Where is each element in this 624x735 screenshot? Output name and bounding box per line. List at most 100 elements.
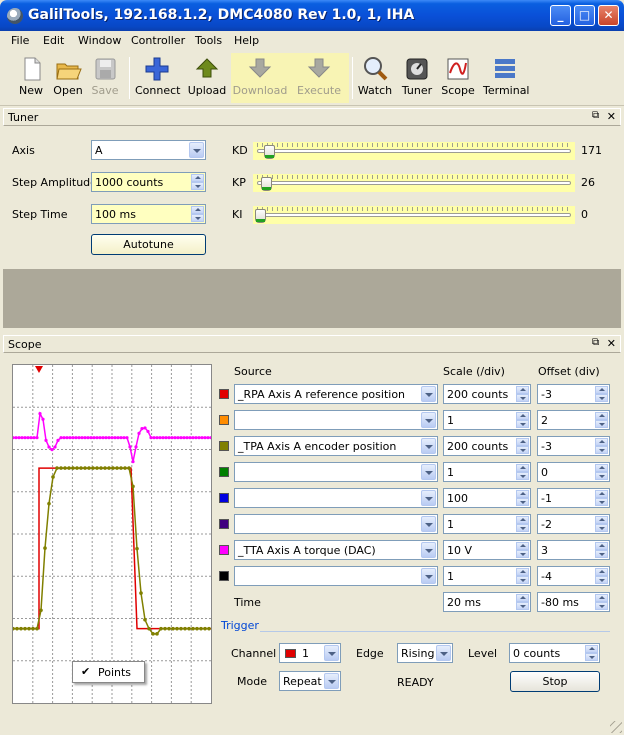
encoder-point bbox=[83, 466, 87, 470]
toolbar-execute-button[interactable]: Execute bbox=[289, 53, 349, 103]
channel-scale-spinbox[interactable]: 200 counts bbox=[443, 384, 531, 404]
toolbar-open-button[interactable]: Open bbox=[51, 53, 85, 103]
resize-grip[interactable] bbox=[610, 721, 622, 733]
chevron-down-icon bbox=[421, 542, 436, 558]
kd-slider[interactable] bbox=[253, 142, 575, 160]
torque-point bbox=[68, 436, 72, 440]
encoder-point bbox=[55, 466, 59, 470]
channel-source-select[interactable]: _RPA Axis A reference position bbox=[234, 384, 438, 404]
ki-slider[interactable] bbox=[253, 206, 575, 224]
chevron-down-icon bbox=[189, 142, 204, 158]
encoder-point bbox=[119, 466, 123, 470]
channel-source-select[interactable] bbox=[234, 566, 438, 586]
slider-thumb[interactable] bbox=[261, 177, 273, 191]
points-menu-item[interactable]: Points bbox=[98, 666, 131, 679]
encoder-point bbox=[39, 608, 43, 613]
step-amplitude-spinbox[interactable]: 1000 counts bbox=[91, 172, 206, 192]
menu-tools[interactable]: Tools bbox=[195, 34, 222, 47]
channel-color-swatch[interactable] bbox=[219, 571, 229, 581]
slider-thumb[interactable] bbox=[264, 145, 276, 159]
trigger-level-spinbox[interactable]: 0 counts bbox=[509, 643, 600, 663]
torque-point bbox=[182, 436, 186, 440]
channel-source-select[interactable] bbox=[234, 410, 438, 430]
toolbar-connect-button[interactable]: Connect bbox=[135, 53, 180, 103]
channel-color-swatch[interactable] bbox=[219, 545, 229, 555]
channel-offset-spinbox[interactable]: -3 bbox=[537, 384, 610, 404]
minimize-button[interactable]: _ bbox=[550, 5, 571, 26]
channel-offset-spinbox[interactable]: -4 bbox=[537, 566, 610, 586]
channel-scale-spinbox[interactable]: 1 bbox=[443, 410, 531, 430]
channel-color-swatch[interactable] bbox=[219, 519, 229, 529]
close-icon[interactable]: ✕ bbox=[607, 337, 616, 350]
channel-scale-spinbox[interactable]: 200 counts bbox=[443, 436, 531, 456]
channel-source-select[interactable]: _TPA Axis A encoder position bbox=[234, 436, 438, 456]
channel-offset-spinbox[interactable]: -3 bbox=[537, 436, 610, 456]
channel-color-swatch[interactable] bbox=[219, 493, 229, 503]
channel-offset-spinbox[interactable]: 0 bbox=[537, 462, 610, 482]
points-context-menu[interactable]: ✔ Points bbox=[72, 661, 145, 683]
trigger-divider bbox=[260, 631, 610, 632]
maximize-button[interactable]: □ bbox=[574, 5, 595, 26]
time-scale-spinbox[interactable]: 20 ms bbox=[443, 592, 531, 612]
toolbar-terminal-button[interactable]: Terminal bbox=[483, 53, 530, 103]
toolbar-watch-button[interactable]: Watch bbox=[357, 53, 393, 103]
close-button[interactable]: ✕ bbox=[598, 5, 619, 26]
chevron-down-icon bbox=[421, 490, 436, 506]
channel-scale-spinbox[interactable]: 1 bbox=[443, 514, 531, 534]
encoder-point bbox=[139, 591, 143, 595]
channel-scale-spinbox[interactable]: 10 V bbox=[443, 540, 531, 560]
toolbar-download-button[interactable]: Download bbox=[231, 53, 289, 103]
trigger-edge-select[interactable]: Rising bbox=[397, 643, 453, 663]
encoder-point bbox=[43, 546, 47, 550]
slider-thumb[interactable] bbox=[255, 209, 266, 223]
encoder-point bbox=[19, 626, 23, 631]
torque-point bbox=[209, 436, 213, 440]
chevron-down-icon bbox=[324, 645, 339, 661]
menu-file[interactable]: File bbox=[11, 34, 29, 47]
menu-help[interactable]: Help bbox=[234, 34, 259, 47]
encoder-point bbox=[135, 546, 139, 551]
torque-point bbox=[83, 436, 87, 440]
toolbar-new-button[interactable]: New bbox=[14, 53, 48, 103]
trigger-mode-select[interactable]: Repeat bbox=[279, 671, 341, 691]
channel-color-swatch[interactable] bbox=[219, 467, 229, 477]
close-icon[interactable]: ✕ bbox=[607, 110, 616, 123]
stop-button[interactable]: Stop bbox=[510, 671, 600, 692]
channel-offset-spinbox[interactable]: -2 bbox=[537, 514, 610, 534]
trigger-channel-select[interactable]: 1 bbox=[279, 643, 341, 663]
axis-select[interactable]: A bbox=[91, 140, 206, 160]
channel-color-swatch[interactable] bbox=[219, 389, 229, 399]
spin-arrows-icon bbox=[595, 412, 608, 428]
step-time-spinbox[interactable]: 100 ms bbox=[91, 204, 206, 224]
menu-window[interactable]: Window bbox=[78, 34, 121, 47]
encoder-point bbox=[71, 466, 75, 470]
float-icon[interactable]: ⧉ bbox=[592, 338, 602, 348]
channel-source-select[interactable] bbox=[234, 488, 438, 508]
torque-point bbox=[140, 427, 144, 431]
channel-source-select[interactable] bbox=[234, 514, 438, 534]
menu-controller[interactable]: Controller bbox=[131, 34, 185, 47]
channel-scale-spinbox[interactable]: 100 bbox=[443, 488, 531, 508]
toolbar-upload-button[interactable]: Upload bbox=[186, 53, 228, 103]
window-title: GalilTools, 192.168.1.2, DMC4080 Rev 1.0… bbox=[28, 7, 415, 23]
channel-offset-spinbox[interactable]: -1 bbox=[537, 488, 610, 508]
channel-color-swatch[interactable] bbox=[219, 415, 229, 425]
channel-color-swatch[interactable] bbox=[219, 441, 229, 451]
channel-scale-spinbox[interactable]: 1 bbox=[443, 462, 531, 482]
channel-source-select[interactable]: _TTA Axis A torque (DAC) bbox=[234, 540, 438, 560]
toolbar-scope-button[interactable]: Scope bbox=[440, 53, 476, 103]
encoder-point bbox=[75, 466, 79, 470]
channel-scale-spinbox[interactable]: 1 bbox=[443, 566, 531, 586]
float-icon[interactable]: ⧉ bbox=[592, 111, 602, 121]
channel-source-select[interactable] bbox=[234, 462, 438, 482]
toolbar-tuner-button[interactable]: Tuner bbox=[400, 53, 434, 103]
menu-edit[interactable]: Edit bbox=[43, 34, 64, 47]
channel-offset-spinbox[interactable]: 3 bbox=[537, 540, 610, 560]
channel-offset-spinbox[interactable]: 2 bbox=[537, 410, 610, 430]
autotune-button[interactable]: Autotune bbox=[91, 234, 206, 255]
scope-icon bbox=[447, 58, 469, 80]
scope-plot[interactable] bbox=[11, 364, 213, 704]
time-offset-spinbox[interactable]: -80 ms bbox=[537, 592, 610, 612]
kp-slider[interactable] bbox=[253, 174, 575, 192]
toolbar-save-button[interactable]: Save bbox=[88, 53, 122, 103]
